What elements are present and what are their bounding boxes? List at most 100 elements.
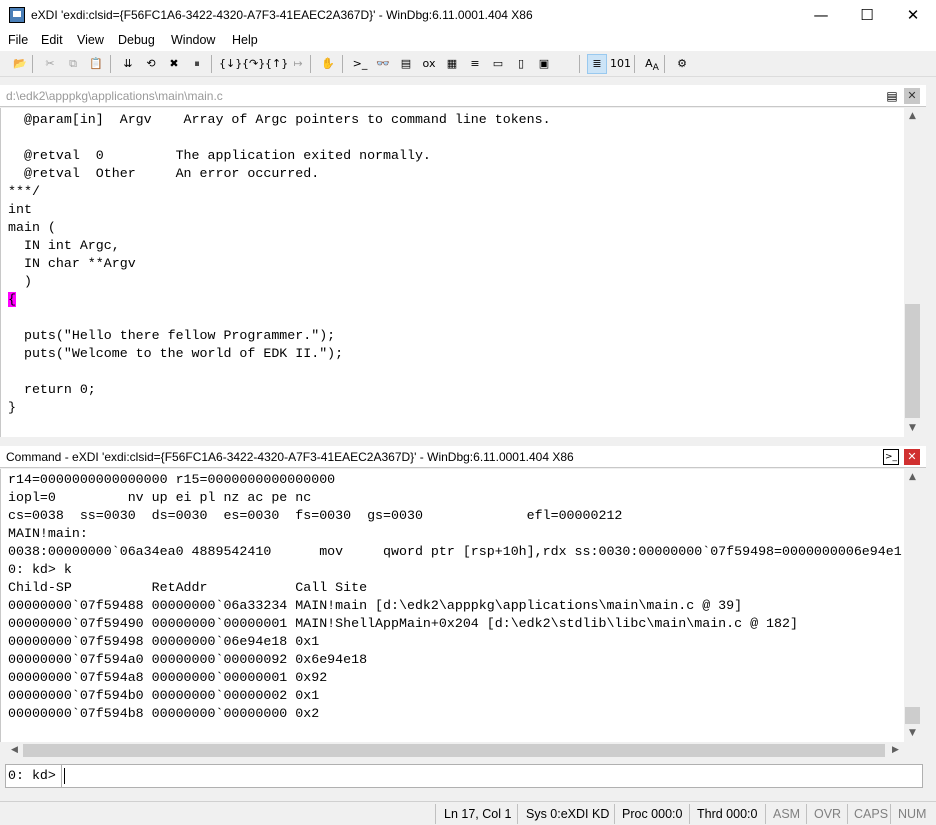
status-divider xyxy=(689,804,690,824)
command-output[interactable]: r14=0000000000000000 r15=000000000000000… xyxy=(0,469,904,742)
command-output-line: 00000000`07f594a0 00000000`00000092 0x6e… xyxy=(8,652,368,667)
source-line xyxy=(8,129,551,147)
source-line: ***/ xyxy=(8,184,40,199)
source-line: @retval Other An error occurred. xyxy=(8,166,320,181)
status-ovr: OVR xyxy=(814,807,842,821)
source-mode-icon[interactable]: ≣ xyxy=(587,54,607,74)
command-prompt-icon[interactable]: >_ xyxy=(883,449,899,465)
close-button[interactable]: ✕ xyxy=(890,0,936,30)
command-scroll-thumb[interactable] xyxy=(905,707,920,724)
source-options-icon[interactable]: ▤ xyxy=(884,88,900,104)
status-divider xyxy=(806,804,807,824)
source-line: @param[in] Argv Array of Argc pointers t… xyxy=(8,112,551,127)
command-output-line: cs=0038 ss=0030 ds=0030 es=0030 fs=0030 … xyxy=(8,508,623,523)
command-output-line: 00000000`07f594a8 00000000`00000001 0x92 xyxy=(8,670,328,685)
breakpoint-hand-icon[interactable]: ✋ xyxy=(318,54,338,74)
scroll-right-icon[interactable]: ▶ xyxy=(887,742,904,759)
status-divider xyxy=(614,804,615,824)
status-num: NUM xyxy=(898,807,927,821)
source-line: return 0; xyxy=(8,382,96,397)
status-thrd: Thrd 000:0 xyxy=(697,807,758,821)
scroll-up-icon[interactable]: ▲ xyxy=(904,469,921,486)
step-over-icon[interactable]: {↷} xyxy=(242,54,265,74)
status-divider xyxy=(765,804,766,824)
title-bar[interactable]: eXDI 'exdi:clsid={F56FC1A6-3422-4320-A7F… xyxy=(0,0,936,30)
source-window-header: d:\edk2\apppkg\applications\main\main.c … xyxy=(0,85,926,107)
source-vertical-scrollbar[interactable]: ▲ ▼ xyxy=(904,108,921,437)
step-out-icon[interactable]: {↑} xyxy=(265,54,288,74)
hex-mode-icon[interactable]: 101 xyxy=(610,54,631,74)
toolbar-separator xyxy=(32,55,33,73)
window-title: eXDI 'exdi:clsid={F56FC1A6-3422-4320-A7F… xyxy=(31,8,533,22)
toolbar-separator xyxy=(579,55,580,73)
command-output-line: iopl=0 nv up ei pl nz ac pe nc xyxy=(8,490,312,505)
go-icon[interactable]: ⇊ xyxy=(118,54,138,74)
command-window-header: Command - eXDI 'exdi:clsid={F56FC1A6-342… xyxy=(0,446,926,468)
command-window-title: Command - eXDI 'exdi:clsid={F56FC1A6-342… xyxy=(6,450,574,464)
text-caret xyxy=(64,768,65,784)
source-code: @param[in] Argv Array of Argc pointers t… xyxy=(8,111,551,417)
command-output-line: 00000000`07f59498 00000000`06e94e18 0x1 xyxy=(8,634,320,649)
scroll-left-icon[interactable]: ◀ xyxy=(6,742,23,759)
command-window-icon[interactable]: >_ xyxy=(350,54,370,74)
command-vertical-scrollbar[interactable]: ▲ ▼ xyxy=(904,469,921,742)
command-horizontal-scrollbar[interactable]: ◀ ▶ xyxy=(6,742,904,759)
options-icon[interactable]: ⚙ xyxy=(672,54,692,74)
command-input-row: 0: kd> xyxy=(5,764,923,788)
source-view[interactable]: @param[in] Argv Array of Argc pointers t… xyxy=(0,108,904,437)
source-line: { xyxy=(8,291,551,309)
disassembly-window-icon[interactable]: ▭ xyxy=(488,54,508,74)
source-line xyxy=(8,363,551,381)
scratch-pad-icon[interactable]: ▯ xyxy=(511,54,531,74)
open-icon[interactable]: 📂 xyxy=(10,54,30,74)
call-stack-window-icon[interactable]: ≡ xyxy=(465,54,485,74)
source-close-icon[interactable]: ✕ xyxy=(904,88,920,104)
menu-debug[interactable]: Debug xyxy=(118,33,155,47)
source-line: ) xyxy=(8,274,32,289)
command-output-line: 00000000`07f594b0 00000000`00000002 0x1 xyxy=(8,688,320,703)
command-output-line: Child-SP RetAddr Call Site xyxy=(8,580,368,595)
scroll-down-icon[interactable]: ▼ xyxy=(904,725,921,742)
cut-icon[interactable]: ✂ xyxy=(40,54,60,74)
menu-edit[interactable]: Edit xyxy=(41,33,63,47)
source-line: IN char **Argv xyxy=(8,256,136,271)
source-line: @retval 0 The application exited normall… xyxy=(8,148,431,163)
run-to-cursor-icon[interactable]: ↦ xyxy=(288,54,308,74)
menu-bar: File Edit View Debug Window Help xyxy=(0,30,936,51)
toolbar-separator xyxy=(110,55,111,73)
source-line: int xyxy=(8,202,32,217)
break-icon[interactable]: ⏸ xyxy=(187,54,207,74)
toolbar-separator xyxy=(211,55,212,73)
command-prompt: 0: kd> xyxy=(8,768,56,783)
copy-icon[interactable]: ⧉ xyxy=(63,54,83,74)
menu-help[interactable]: Help xyxy=(232,33,258,47)
source-line: main ( xyxy=(8,220,56,235)
source-file-path: d:\edk2\apppkg\applications\main\main.c xyxy=(6,89,223,103)
paste-icon[interactable]: 📋 xyxy=(86,54,106,74)
scroll-down-icon[interactable]: ▼ xyxy=(904,420,921,437)
step-into-icon[interactable]: {↓} xyxy=(219,54,242,74)
memory-window-icon[interactable]: ▦ xyxy=(442,54,462,74)
watch-window-icon[interactable]: 👓 xyxy=(373,54,393,74)
minimize-button[interactable]: — xyxy=(798,0,844,30)
menu-window[interactable]: Window xyxy=(171,33,215,47)
source-line: puts("Welcome to the world of EDK II."); xyxy=(8,346,344,361)
scroll-up-icon[interactable]: ▲ xyxy=(904,108,921,125)
command-input[interactable] xyxy=(64,766,919,786)
stop-debugging-icon[interactable]: ✖ xyxy=(164,54,184,74)
processes-threads-icon[interactable]: ▣ xyxy=(534,54,554,74)
toolbar-separator xyxy=(664,55,665,73)
command-hscroll-thumb[interactable] xyxy=(23,744,885,757)
maximize-button[interactable]: ☐ xyxy=(844,0,890,30)
menu-view[interactable]: View xyxy=(77,33,104,47)
source-scroll-thumb[interactable] xyxy=(905,304,920,418)
registers-window-icon[interactable]: ox xyxy=(419,54,439,74)
menu-file[interactable]: File xyxy=(8,33,28,47)
status-sys: Sys 0:eXDI KD xyxy=(526,807,610,821)
locals-window-icon[interactable]: ▤ xyxy=(396,54,416,74)
source-line: puts("Hello there fellow Programmer."); xyxy=(8,328,336,343)
font-icon[interactable]: AA xyxy=(642,54,662,74)
command-output-line: 0: kd> k xyxy=(8,562,72,577)
restart-icon[interactable]: ⟲ xyxy=(141,54,161,74)
command-close-icon[interactable]: ✕ xyxy=(904,449,920,465)
